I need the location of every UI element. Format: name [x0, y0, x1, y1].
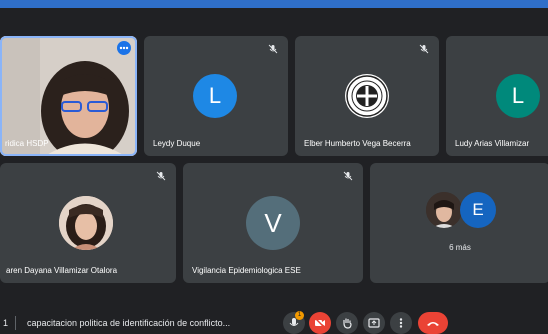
participant-tile-6[interactable]: V Vigilancia Epidemiologica ESE [183, 163, 363, 283]
participant-name: aren Dayana Villamizar Otalora [6, 266, 118, 275]
avatar: L [496, 74, 540, 118]
window-top-bar [0, 0, 548, 8]
avatar-initial: V [264, 208, 282, 238]
seal-avatar [345, 74, 389, 118]
avatar: L [193, 74, 237, 118]
participant-name: Ludy Arias Villamizar [455, 139, 530, 148]
raise-hand-button[interactable] [336, 312, 358, 334]
seal-icon [346, 75, 388, 117]
hang-up-icon [427, 322, 439, 326]
participant-name: ridica HSDP [5, 139, 49, 148]
avatar: V [246, 196, 300, 250]
avatar-initial: E [472, 200, 484, 219]
avatar: E [460, 192, 496, 228]
camera-off-icon [314, 317, 326, 329]
participant-tile-3[interactable]: Elber Humberto Vega Becerra [295, 36, 439, 156]
avatar-initial: L [511, 83, 525, 108]
participant-tile-5[interactable]: aren Dayana Villamizar Otalora [0, 163, 176, 283]
profile-photo [426, 192, 462, 228]
mic-off-icon [156, 171, 166, 181]
participant-tile-4[interactable]: L Ludy Arias Villamizar [446, 36, 548, 156]
mic-off-icon [343, 171, 353, 181]
raise-hand-icon [343, 318, 352, 329]
participant-thumb-avatar [426, 192, 462, 228]
active-speaker-border [0, 36, 137, 156]
camera-button[interactable] [309, 312, 331, 334]
leave-call-button[interactable] [418, 312, 448, 334]
participant-name: Elber Humberto Vega Becerra [304, 139, 411, 148]
present-button[interactable] [363, 312, 385, 334]
participant-options-icon[interactable] [117, 41, 131, 55]
more-options-button[interactable] [390, 312, 412, 334]
mic-off-icon [419, 44, 429, 54]
avatar [59, 196, 113, 250]
profile-photo [59, 196, 113, 250]
more-participants-label: 6 más [449, 243, 471, 252]
more-vert-icon [399, 318, 403, 328]
mic-off-icon [268, 44, 278, 54]
avatar-initial: L [208, 83, 222, 108]
meeting-time: 1 [3, 318, 9, 328]
more-participants-tile[interactable]: E 6 más [370, 163, 548, 283]
participant-name: Vigilancia Epidemiologica ESE [192, 266, 301, 275]
badge-count: 1 [297, 312, 302, 318]
meeting-title: capacitacion politica de identificación … [27, 318, 231, 328]
participant-tile-2[interactable]: L Leydy Duque [144, 36, 288, 156]
present-icon [368, 318, 380, 328]
divider [15, 316, 16, 330]
participant-tile-1[interactable]: ridica HSDP [0, 36, 137, 156]
notification-badge: 1 [295, 311, 304, 320]
participant-name: Leydy Duque [153, 139, 201, 148]
